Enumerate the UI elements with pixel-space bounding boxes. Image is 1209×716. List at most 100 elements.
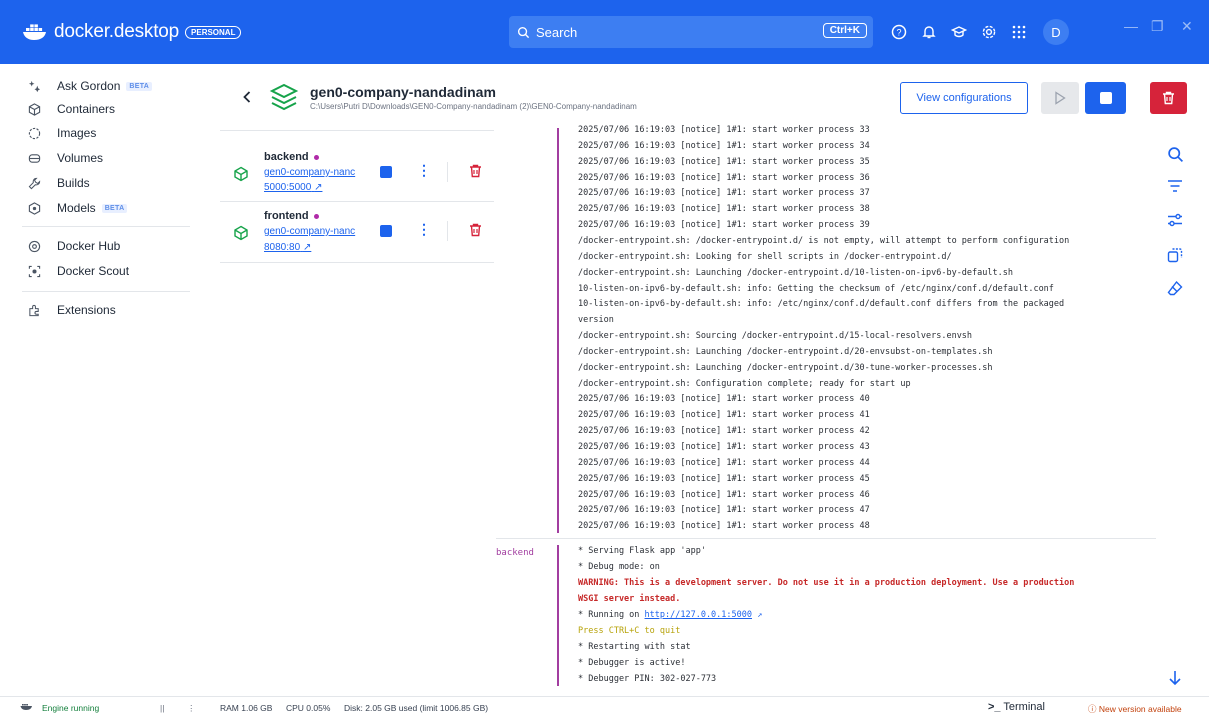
help-icon[interactable]: ? — [885, 16, 913, 48]
log-line: /docker-entrypoint.sh: Configuration com… — [578, 378, 911, 389]
kebab-menu-icon[interactable]: ⋮ — [187, 703, 196, 714]
minimize-icon[interactable]: — — [1124, 18, 1138, 34]
compose-stack-icon — [268, 81, 300, 118]
sidebar-item-label: Docker Scout — [57, 264, 130, 278]
sidebar-item-docker-scout[interactable]: Docker Scout — [28, 261, 129, 281]
container-icon — [28, 102, 41, 116]
hub-icon — [28, 240, 41, 252]
kebab-menu-icon[interactable]: ⋮ — [417, 162, 431, 179]
sidebar-item-label: Images — [57, 126, 97, 140]
cpu-usage: CPU 0.05% — [286, 703, 331, 713]
stop-button[interactable] — [1085, 82, 1126, 114]
log-line: 2025/07/06 16:19:03 [notice] 1#1: start … — [578, 140, 870, 151]
sidebar-item-ask-gordon[interactable]: Ask Gordon BETA — [28, 76, 153, 96]
apps-grid-icon[interactable] — [1005, 16, 1033, 48]
log-line: WSGI server instead. — [578, 594, 681, 604]
log-line: * Debug mode: on — [578, 562, 660, 572]
log-line: Press CTRL+C to quit — [578, 626, 681, 636]
log-line: 2025/07/06 16:19:03 [notice] 1#1: start … — [578, 125, 870, 135]
eraser-icon[interactable] — [1165, 278, 1185, 298]
log-line: /docker-entrypoint.sh: Looking for shell… — [578, 251, 952, 262]
update-notice[interactable]: ⓘ New version available — [1088, 703, 1182, 715]
port-link[interactable]: 8080:80 ↗ — [264, 242, 311, 253]
close-icon[interactable]: ✕ — [1181, 18, 1193, 35]
log-line: 2025/07/06 16:19:03 [notice] 1#1: start … — [578, 220, 870, 231]
images-icon — [28, 127, 41, 139]
ram-usage: RAM 1.06 GB — [220, 703, 273, 713]
start-button[interactable] — [1041, 82, 1079, 114]
sidebar-item-volumes[interactable]: Volumes — [28, 148, 103, 168]
back-button[interactable] — [242, 90, 252, 109]
sidebar-item-label: Builds — [57, 176, 90, 190]
log-line: 2025/07/06 16:19:03 [notice] 1#1: start … — [578, 188, 870, 199]
container-link[interactable]: gen0-company-nanc — [264, 226, 355, 237]
sidebar-divider — [22, 226, 190, 227]
external-link-icon: ↗ — [314, 182, 323, 193]
container-stop-button[interactable] — [380, 166, 392, 178]
log-line: 2025/07/06 16:19:03 [notice] 1#1: start … — [578, 204, 870, 215]
log-url-link[interactable]: http://127.0.0.1:5000 — [645, 610, 752, 620]
container-name: frontend — [264, 210, 319, 222]
delete-button[interactable] — [1150, 82, 1187, 114]
port-link[interactable]: 5000:5000 ↗ — [264, 182, 322, 193]
avatar[interactable]: D — [1043, 19, 1069, 45]
log-line: 2025/07/06 16:19:03 [notice] 1#1: start … — [578, 473, 870, 484]
list-divider — [220, 201, 494, 202]
terminal-button[interactable]: >_ Terminal — [988, 701, 1045, 713]
maximize-icon[interactable]: ❐ — [1151, 18, 1164, 35]
scroll-bottom-icon[interactable] — [1165, 668, 1185, 688]
sidebar-item-docker-hub[interactable]: Docker Hub — [28, 236, 120, 256]
brand[interactable]: docker.desktop PERSONAL — [22, 21, 242, 43]
sidebar-item-label: Containers — [57, 102, 116, 116]
container-stop-button[interactable] — [380, 225, 392, 237]
log-divider — [496, 538, 1156, 539]
pause-icon[interactable]: || — [160, 703, 164, 713]
kebab-menu-icon[interactable]: ⋮ — [417, 221, 431, 238]
models-icon — [28, 201, 41, 215]
log-line: /docker-entrypoint.sh: Launching /docker… — [578, 362, 993, 373]
sidebar-item-builds[interactable]: Builds — [28, 173, 90, 193]
container-name: backend — [264, 151, 319, 163]
engine-status[interactable]: Engine running — [42, 703, 99, 713]
view-configurations-button[interactable]: View configurations — [900, 82, 1028, 114]
title-bar: docker.desktop PERSONAL Search Ctrl+K ? … — [0, 0, 1209, 64]
log-line: * Running on http://127.0.0.1:5000 ↗ — [578, 610, 763, 620]
learning-icon[interactable] — [945, 16, 973, 48]
log-line: * Debugger is active! — [578, 658, 686, 668]
svg-text:?: ? — [896, 28, 901, 38]
container-delete-button[interactable] — [469, 164, 482, 183]
trash-icon — [470, 164, 481, 178]
container-link[interactable]: gen0-company-nanc — [264, 167, 355, 178]
sidebar-item-label: Volumes — [57, 151, 104, 165]
container-icon — [233, 166, 249, 187]
sidebar-item-label: Docker Hub — [57, 239, 121, 253]
status-bar: Engine running || ⋮ RAM 1.06 GB CPU 0.05… — [0, 696, 1209, 716]
log-line: /docker-entrypoint.sh: Sourcing /docker-… — [578, 331, 973, 342]
log-line: 2025/07/06 16:19:03 [notice] 1#1: start … — [578, 521, 870, 532]
play-icon — [1055, 91, 1066, 105]
bell-icon[interactable] — [915, 16, 943, 48]
sidebar-item-models[interactable]: Models BETA — [28, 198, 128, 218]
log-line: 10-listen-on-ipv6-by-default.sh: info: /… — [578, 299, 1065, 310]
search-bar[interactable]: Search Ctrl+K — [509, 16, 873, 48]
sidebar-item-extensions[interactable]: Extensions — [28, 300, 116, 320]
log-line: 10-listen-on-ipv6-by-default.sh: info: G… — [578, 283, 1054, 294]
settings-sliders-icon[interactable] — [1165, 210, 1185, 230]
container-delete-button[interactable] — [469, 223, 482, 242]
extensions-icon — [29, 304, 39, 316]
terminal-prompt-icon: >_ — [988, 701, 1001, 713]
search-logs-icon[interactable] — [1165, 144, 1185, 164]
sidebar-item-images[interactable]: Images — [28, 123, 96, 143]
sidebar-item-containers[interactable]: Containers — [28, 99, 115, 119]
log-line: 2025/07/06 16:19:03 [notice] 1#1: start … — [578, 505, 870, 516]
chevron-left-icon — [243, 91, 251, 103]
search-placeholder: Search — [536, 24, 578, 40]
plan-badge: PERSONAL — [185, 25, 242, 39]
sidebar-item-label: Extensions — [57, 303, 116, 317]
log-line: WARNING: This is a development server. D… — [578, 578, 1075, 588]
filter-icon[interactable] — [1165, 176, 1185, 196]
gear-icon[interactable] — [975, 16, 1003, 48]
builds-icon — [28, 177, 41, 189]
list-divider — [220, 262, 494, 263]
copy-icon[interactable] — [1165, 245, 1185, 265]
